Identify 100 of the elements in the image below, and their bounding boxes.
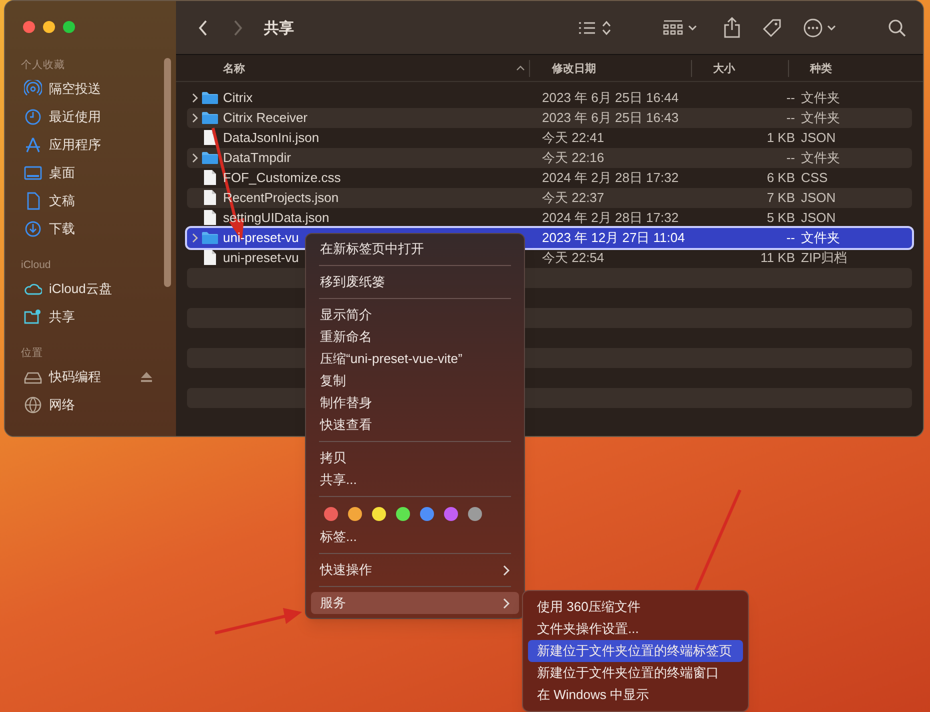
menu-item[interactable]: 新建位于文件夹位置的终端标签页 [528, 640, 743, 662]
file-kind: 文件夹 [801, 149, 840, 168]
chevron-right-icon [503, 564, 510, 576]
file-row[interactable]: Citrix Receiver 2023 年 6月 25日 16:43 -- 文件夹 [187, 108, 912, 128]
sidebar-item[interactable]: 隔空投送 [5, 75, 176, 103]
file-kind: 文件夹 [801, 229, 840, 248]
menu-item[interactable]: 拷贝 [311, 447, 519, 469]
file-name: uni-preset-vu [223, 229, 299, 248]
modified-date: 2024 年 2月 28日 17:32 [542, 209, 679, 228]
sort-ascending-icon[interactable] [516, 65, 525, 71]
modified-date: 2023 年 6月 25日 16:44 [542, 89, 679, 108]
document-icon [204, 250, 216, 265]
file-kind: ZIP归档 [801, 249, 848, 268]
file-kind: CSS [801, 169, 828, 188]
sidebar-item[interactable]: 共享 [5, 303, 176, 331]
menu-item[interactable]: 共享... [311, 469, 519, 491]
eject-icon[interactable] [141, 372, 152, 382]
sidebar-heading: 位置 [20, 346, 44, 362]
search-icon[interactable] [888, 19, 906, 37]
file-name: Citrix [223, 89, 253, 108]
apps-icon [24, 136, 42, 154]
file-name: DataTmpdir [223, 149, 291, 168]
file-size: 6 KB [766, 169, 795, 188]
folder-icon [202, 151, 218, 164]
file-size: -- [786, 109, 795, 128]
modified-date: 今天 22:16 [542, 149, 604, 168]
column-header[interactable]: 大小 [713, 61, 735, 78]
sidebar-heading: iCloud [20, 258, 52, 274]
file-name: Citrix Receiver [223, 109, 308, 128]
document-icon [204, 170, 216, 185]
shared-folder-icon [24, 308, 42, 326]
sidebar-item[interactable]: 最近使用 [5, 103, 176, 131]
file-size: 11 KB [760, 249, 795, 268]
airdrop-icon [24, 80, 42, 98]
sidebar-item[interactable]: 下载 [5, 215, 176, 243]
menu-item[interactable]: 使用 360压缩文件 [528, 596, 743, 618]
menu-item[interactable]: 快速查看 [311, 414, 519, 436]
menu-item[interactable]: 制作替身 [311, 392, 519, 414]
column-header[interactable]: 种类 [810, 61, 832, 78]
document-icon [204, 190, 216, 205]
file-size: 5 KB [766, 209, 795, 228]
file-kind: JSON [801, 129, 836, 148]
menu-item[interactable]: 压缩“uni-preset-vue-vite” [311, 348, 519, 370]
sidebar-item[interactable]: 网络 [5, 391, 176, 419]
close-button[interactable] [23, 21, 35, 33]
tag-icon[interactable] [762, 18, 782, 38]
sidebar-heading: 个人收藏 [20, 58, 66, 74]
window-title: 共享 [264, 19, 294, 39]
column-header[interactable]: 修改日期 [552, 61, 596, 78]
menu-item[interactable]: 移到废纸篓 [311, 271, 519, 293]
sidebar-item[interactable]: 文稿 [5, 187, 176, 215]
grid-view-icon[interactable] [663, 19, 683, 37]
share-icon[interactable] [724, 16, 740, 38]
file-kind: JSON [801, 189, 836, 208]
menu-item[interactable]: 重新命名 [311, 326, 519, 348]
chevron-down-icon[interactable] [688, 25, 697, 31]
menu-item[interactable]: 标签... [311, 526, 519, 548]
modified-date: 2024 年 2月 28日 17:32 [542, 169, 679, 188]
zoom-button[interactable] [63, 21, 75, 33]
file-kind: 文件夹 [801, 89, 840, 108]
menu-item[interactable]: 在 Windows 中显示 [528, 684, 743, 706]
chevron-right-icon[interactable] [192, 153, 198, 163]
sidebar-item[interactable]: iCloud云盘 [5, 275, 176, 303]
file-size: 7 KB [766, 189, 795, 208]
file-name: DataJsonIni.json [223, 129, 320, 148]
desktop-icon [24, 164, 42, 182]
list-view-icon[interactable] [578, 21, 596, 35]
minimize-button[interactable] [43, 21, 55, 33]
sidebar-item[interactable]: 应用程序 [5, 131, 176, 159]
scrollbar[interactable] [164, 58, 171, 287]
menu-item[interactable]: 快速操作 [311, 559, 519, 581]
back-icon[interactable] [198, 20, 208, 36]
menu-item[interactable]: 显示简介 [311, 304, 519, 326]
file-kind: JSON [801, 209, 836, 228]
download-icon [24, 220, 42, 238]
column-header[interactable]: 名称 [223, 61, 245, 78]
menu-item[interactable]: 服务 [311, 592, 519, 614]
document-icon [204, 210, 216, 225]
modified-date: 今天 22:37 [542, 189, 604, 208]
sidebar-item[interactable]: 快码编程 [5, 363, 176, 391]
globe-icon [24, 396, 42, 414]
clock-icon [24, 108, 42, 126]
modified-date: 今天 22:54 [542, 249, 604, 268]
menu-item[interactable]: 文件夹操作设置... [528, 618, 743, 640]
file-name: uni-preset-vu [223, 249, 299, 268]
file-row[interactable]: DataTmpdir 今天 22:16 -- 文件夹 [187, 148, 912, 168]
folder-icon [202, 111, 218, 124]
folder-icon [202, 231, 218, 244]
sort-arrows-icon[interactable] [602, 20, 611, 36]
menu-item[interactable]: 复制 [311, 370, 519, 392]
file-size: -- [786, 89, 795, 108]
chevron-down-icon[interactable] [827, 25, 836, 31]
sidebar-item[interactable]: 桌面 [5, 159, 176, 187]
chevron-right-icon [503, 598, 510, 608]
modified-date: 2023 年 12月 27日 11:04 [542, 229, 685, 248]
modified-date: 2023 年 6月 25日 16:43 [542, 109, 679, 128]
more-icon[interactable] [803, 18, 823, 38]
chevron-right-icon[interactable] [192, 233, 198, 243]
folder-icon [202, 91, 218, 104]
menu-item[interactable]: 新建位于文件夹位置的终端窗口 [528, 662, 743, 684]
